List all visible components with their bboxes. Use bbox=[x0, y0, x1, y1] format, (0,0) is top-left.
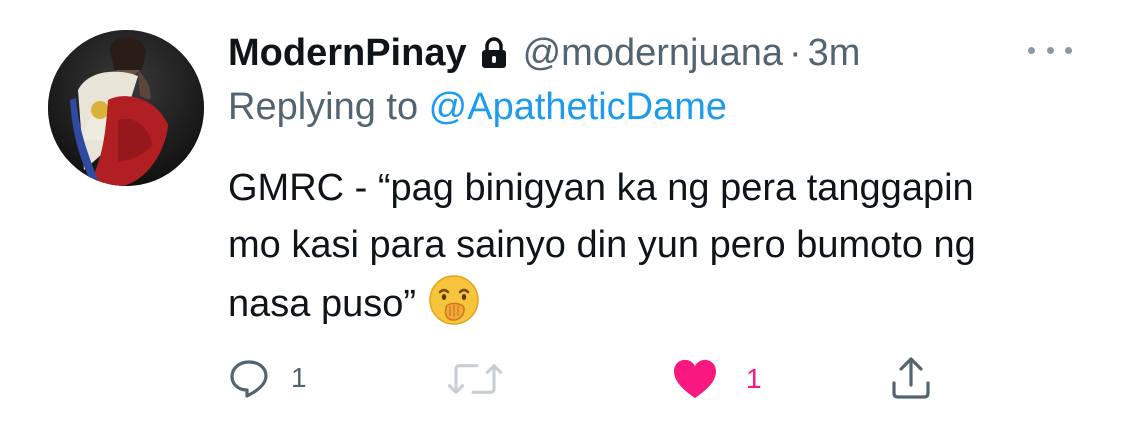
tweet-content: ModernPinay @modernjuana · 3m Replying t… bbox=[228, 28, 1088, 333]
separator-dot: · bbox=[789, 31, 802, 74]
face-with-hand-over-mouth-icon bbox=[428, 274, 480, 326]
reply-icon bbox=[230, 360, 268, 398]
heart-icon bbox=[674, 359, 716, 399]
tweet-body: GMRC - “pag binigyan ka ng pera tanggapi… bbox=[228, 167, 976, 325]
timestamp[interactable]: 3m bbox=[808, 32, 861, 75]
lock-icon bbox=[479, 36, 509, 70]
reply-count: 1 bbox=[291, 362, 307, 393]
retweet-icon bbox=[447, 364, 503, 394]
avatar-image bbox=[48, 30, 204, 186]
more-options-button[interactable] bbox=[1028, 42, 1072, 58]
retweet-button[interactable] bbox=[446, 360, 504, 398]
share-button[interactable] bbox=[889, 355, 933, 401]
replying-prefix: Replying to bbox=[228, 86, 429, 128]
more-icon-dot bbox=[1065, 46, 1072, 54]
avatar[interactable] bbox=[48, 30, 204, 186]
user-handle[interactable]: @modernjuana bbox=[523, 32, 783, 75]
replying-to: Replying to @ApatheticDame bbox=[228, 86, 1088, 138]
reply-button[interactable]: 1 bbox=[229, 358, 307, 398]
like-count: 1 bbox=[746, 363, 762, 394]
tweet-text: GMRC - “pag binigyan ka ng pera tanggapi… bbox=[228, 160, 1028, 333]
more-icon-dot bbox=[1028, 46, 1035, 54]
like-button[interactable]: 1 bbox=[672, 358, 762, 400]
more-icon-dot bbox=[1046, 46, 1054, 54]
share-icon bbox=[892, 357, 930, 399]
tweet-header: ModernPinay @modernjuana · 3m bbox=[228, 28, 1088, 78]
replying-to-link[interactable]: @ApatheticDame bbox=[429, 86, 727, 128]
display-name[interactable]: ModernPinay bbox=[228, 32, 467, 75]
